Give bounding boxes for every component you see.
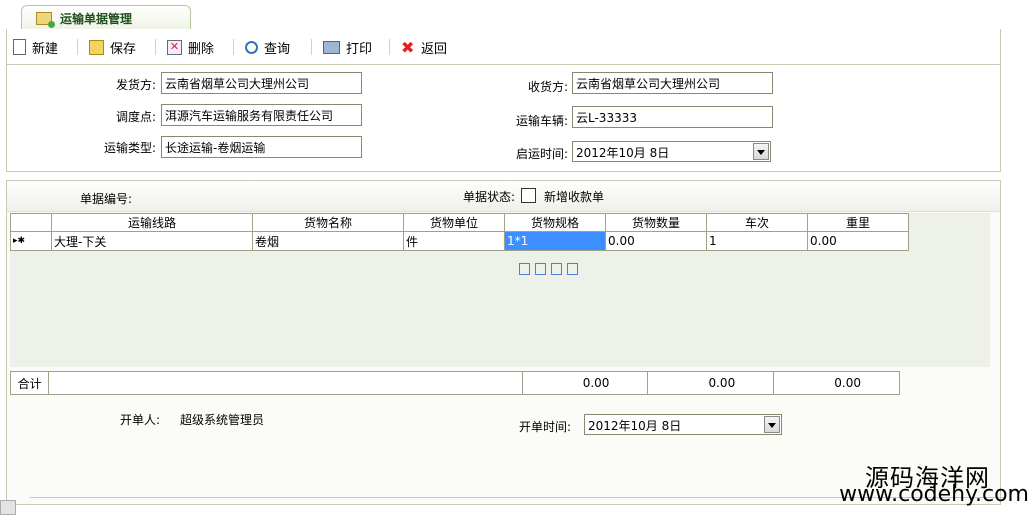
- column-header[interactable]: 货物单位: [403, 213, 505, 232]
- new-receipt-label: 新增收款单: [544, 190, 605, 204]
- back-button[interactable]: ✖ 返回: [401, 37, 447, 57]
- summary-table: 合计 0.00 0.00 0.00: [9, 371, 900, 395]
- column-header[interactable]: 货物名称: [252, 213, 404, 232]
- toolbar-separator: [77, 39, 78, 55]
- new-button-label: 新建: [32, 41, 59, 57]
- creator-value: 超级系统管理员: [180, 413, 265, 427]
- table-header-row: 运输线路 货物名称 货物单位 货物规格 货物数量 车次 重里: [10, 213, 909, 232]
- column-header[interactable]: 车次: [706, 213, 808, 232]
- table-cell[interactable]: 大理-下关: [51, 231, 253, 251]
- start-time-picker[interactable]: 2012年10月 8日: [572, 141, 771, 162]
- close-icon: ✖: [401, 37, 415, 57]
- shipper-field[interactable]: 云南省烟草公司大理州公司: [161, 72, 362, 94]
- query-button-label: 查询: [264, 41, 291, 57]
- toolbar-separator: [311, 39, 312, 55]
- column-header[interactable]: 运输线路: [51, 213, 253, 232]
- chevron-down-icon[interactable]: [753, 143, 769, 160]
- toolbar-separator: [389, 39, 390, 55]
- delete-button-label: 删除: [188, 41, 215, 57]
- summary-trips: 0.00: [647, 371, 775, 395]
- back-button-label: 返回: [421, 41, 448, 57]
- detail-grid: 运输线路 货物名称 货物单位 货物规格 货物数量 车次 重里 ▸✱ 大理-下关 …: [10, 213, 990, 367]
- created-time-picker[interactable]: 2012年10月 8日: [584, 414, 782, 435]
- table-row[interactable]: ▸✱ 大理-下关 卷烟 件 1*1 0.00 1 0.00: [10, 231, 909, 251]
- row-marker[interactable]: ▸✱: [10, 231, 52, 251]
- query-button[interactable]: 查询: [245, 37, 290, 57]
- save-icon: [89, 39, 104, 55]
- scrollbar-corner[interactable]: [0, 500, 16, 515]
- receiver-field[interactable]: 云南省烟草公司大理州公司: [572, 72, 773, 94]
- loading-indicator: [519, 263, 589, 281]
- vehicle-label: 运输车辆:: [515, 114, 568, 128]
- table-cell[interactable]: 1: [706, 231, 808, 251]
- delete-icon: ✕: [167, 39, 182, 55]
- tab-transport-documents[interactable]: 运输单据管理: [21, 5, 191, 30]
- table-cell-selected[interactable]: 1*1: [504, 231, 606, 251]
- loading-box: [535, 263, 546, 275]
- summary-weight: 0.00: [773, 371, 900, 395]
- shipper-label: 发货方:: [115, 78, 156, 92]
- receiver-label: 收货方:: [527, 80, 568, 94]
- column-header[interactable]: 货物规格: [504, 213, 606, 232]
- save-button[interactable]: 保存: [89, 37, 136, 57]
- detail-table: 运输线路 货物名称 货物单位 货物规格 货物数量 车次 重里 ▸✱ 大理-下关 …: [10, 213, 909, 251]
- table-cell[interactable]: 卷烟: [252, 231, 404, 251]
- new-document-icon: [13, 39, 26, 55]
- toolbar: 新建 保存 ✕ 删除 查询 打印 ✖ 返回: [6, 29, 1001, 65]
- doc-number-label: 单据编号:: [80, 192, 133, 206]
- loading-box: [567, 263, 578, 275]
- column-header[interactable]: 货物数量: [605, 213, 707, 232]
- summary-label: 合计: [9, 371, 50, 395]
- dispatch-field[interactable]: 洱源汽车运输服务有限责任公司: [161, 104, 362, 126]
- start-time-label: 启运时间:: [515, 147, 568, 161]
- transport-type-field[interactable]: 长途运输-卷烟运输: [161, 136, 362, 158]
- search-icon: [245, 40, 258, 54]
- row-header-corner: [10, 213, 52, 232]
- summary-qty: 0.00: [521, 371, 649, 395]
- transport-type-label: 运输类型:: [103, 141, 156, 155]
- printer-icon: [323, 40, 340, 54]
- column-header[interactable]: 重里: [807, 213, 909, 232]
- table-cell[interactable]: 0.00: [605, 231, 707, 251]
- save-button-label: 保存: [110, 41, 137, 57]
- chevron-down-icon[interactable]: [764, 416, 780, 433]
- loading-box: [551, 263, 562, 275]
- created-time-label: 开单时间:: [519, 420, 572, 434]
- delete-button[interactable]: ✕ 删除: [167, 37, 214, 57]
- dispatch-label: 调度点:: [115, 110, 156, 124]
- folder-add-icon: [36, 12, 55, 28]
- table-cell[interactable]: 0.00: [807, 231, 909, 251]
- doc-status-label: 单据状态:: [463, 190, 516, 204]
- creator-label: 开单人:: [120, 413, 161, 427]
- toolbar-separator: [233, 39, 234, 55]
- table-cell[interactable]: 件: [403, 231, 505, 251]
- summary-empty-cell: [48, 371, 523, 395]
- toolbar-separator: [155, 39, 156, 55]
- summary-row: 合计 0.00 0.00 0.00: [9, 371, 900, 395]
- vehicle-field[interactable]: 云L-33333: [572, 106, 773, 128]
- new-receipt-checkbox[interactable]: [521, 188, 536, 203]
- start-time-value: 2012年10月 8日: [576, 146, 670, 160]
- print-button-label: 打印: [346, 41, 373, 57]
- watermark-url: www.codehy.com: [839, 482, 1029, 507]
- created-time-value: 2012年10月 8日: [588, 419, 682, 433]
- tab-title: 运输单据管理: [60, 12, 133, 26]
- print-button[interactable]: 打印: [323, 37, 372, 57]
- new-button[interactable]: 新建: [13, 37, 58, 57]
- loading-box: [519, 263, 530, 275]
